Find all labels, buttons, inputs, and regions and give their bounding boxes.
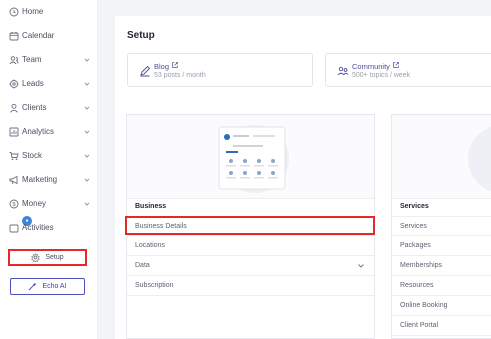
services-heading: Services — [400, 203, 429, 210]
leads-icon — [8, 78, 20, 90]
row-label: Packages — [400, 242, 431, 249]
svg-text:$: $ — [12, 202, 15, 208]
echo-ai-button[interactable]: Echo AI — [10, 278, 85, 295]
page-title: Setup — [127, 30, 155, 41]
sidebar-item-marketing[interactable]: Marketing — [0, 168, 98, 192]
row-label: Memberships — [400, 262, 443, 269]
chevron-down-icon — [84, 178, 90, 182]
services-row-services[interactable]: Services — [392, 216, 491, 236]
gear-icon — [31, 253, 41, 262]
sidebar-item-label: Money — [22, 199, 47, 208]
blog-card[interactable]: Blog 53 posts / month — [127, 53, 313, 87]
chevron-down-icon — [84, 202, 90, 206]
magic-wand-icon — [29, 282, 37, 291]
sidebar-item-label: Team — [22, 55, 42, 64]
services-row-client-portal[interactable]: Client Portal — [392, 316, 491, 336]
money-icon: $ — [8, 198, 20, 210]
chevron-down-icon — [84, 106, 90, 110]
home-icon — [8, 6, 20, 18]
sidebar-item-leads[interactable]: Leads — [0, 72, 98, 96]
external-link-icon — [393, 62, 399, 68]
megaphone-icon — [8, 174, 20, 186]
community-icon — [337, 66, 349, 76]
business-row-data[interactable]: Data — [127, 256, 374, 276]
blog-card-subtitle: 53 posts / month — [154, 72, 206, 79]
pen-icon — [140, 65, 151, 77]
business-row-locations[interactable]: Locations — [127, 236, 374, 256]
business-row-subscription[interactable]: Subscription — [127, 276, 374, 296]
external-link-icon — [172, 62, 178, 68]
chevron-down-icon — [84, 130, 90, 134]
services-row-memberships[interactable]: Memberships — [392, 256, 491, 276]
services-illustration — [392, 115, 491, 199]
activities-icon: ● — [8, 216, 32, 234]
business-illustration — [127, 115, 374, 199]
calendar-icon — [8, 30, 20, 42]
sidebar-item-money[interactable]: $ Money — [0, 192, 98, 216]
sidebar-item-team[interactable]: Team — [0, 48, 98, 72]
community-card[interactable]: Community 500+ topics / week — [325, 53, 491, 87]
row-label: Resources — [400, 282, 434, 289]
clients-icon — [8, 102, 20, 114]
row-label: Locations — [135, 242, 165, 249]
services-panel: Services Services Packages Memberships R… — [391, 114, 491, 339]
services-row-packages[interactable]: Packages — [392, 236, 491, 256]
analytics-icon — [8, 126, 20, 138]
sidebar-item-analytics[interactable]: Analytics — [0, 120, 98, 144]
sidebar-item-label: Leads — [22, 79, 44, 88]
chevron-down-icon — [358, 264, 364, 268]
row-label: Subscription — [135, 282, 174, 289]
community-card-title: Community — [352, 61, 400, 71]
sidebar: Home Calendar Team Leads Clients Analyti… — [0, 0, 98, 339]
sidebar-item-calendar[interactable]: Calendar — [0, 24, 98, 48]
row-label: Online Booking — [400, 302, 448, 309]
sidebar-item-label: Clients — [22, 103, 47, 112]
highlight-box — [125, 216, 375, 235]
sidebar-item-clients[interactable]: Clients — [0, 96, 98, 120]
services-row-resources[interactable]: Resources — [392, 276, 491, 296]
sidebar-item-label: Activities — [22, 223, 54, 232]
sidebar-item-home[interactable]: Home — [0, 0, 98, 24]
chevron-down-icon — [84, 82, 90, 86]
setup-label: Setup — [45, 254, 64, 261]
blog-card-title: Blog — [154, 61, 179, 71]
sidebar-item-label: Marketing — [22, 175, 58, 184]
chevron-down-icon — [84, 58, 90, 62]
business-heading: Business — [135, 203, 167, 210]
team-icon — [8, 54, 20, 66]
setup-button[interactable]: Setup — [8, 249, 87, 266]
sidebar-item-label: Home — [22, 7, 44, 16]
community-card-subtitle: 500+ topics / week — [352, 72, 411, 79]
sidebar-item-label: Calendar — [22, 31, 55, 40]
row-label: Services — [400, 223, 427, 230]
sidebar-item-stock[interactable]: Stock — [0, 144, 98, 168]
sidebar-item-activities[interactable]: ● Activities — [0, 216, 98, 240]
echo-ai-label: Echo AI — [42, 283, 67, 290]
row-label: Data — [135, 262, 150, 269]
services-row-online-booking[interactable]: Online Booking — [392, 296, 491, 316]
chevron-down-icon — [84, 154, 90, 158]
sidebar-item-label: Analytics — [22, 127, 55, 136]
sidebar-item-label: Stock — [22, 151, 43, 160]
row-label: Client Portal — [400, 322, 439, 329]
cart-icon — [8, 150, 20, 162]
